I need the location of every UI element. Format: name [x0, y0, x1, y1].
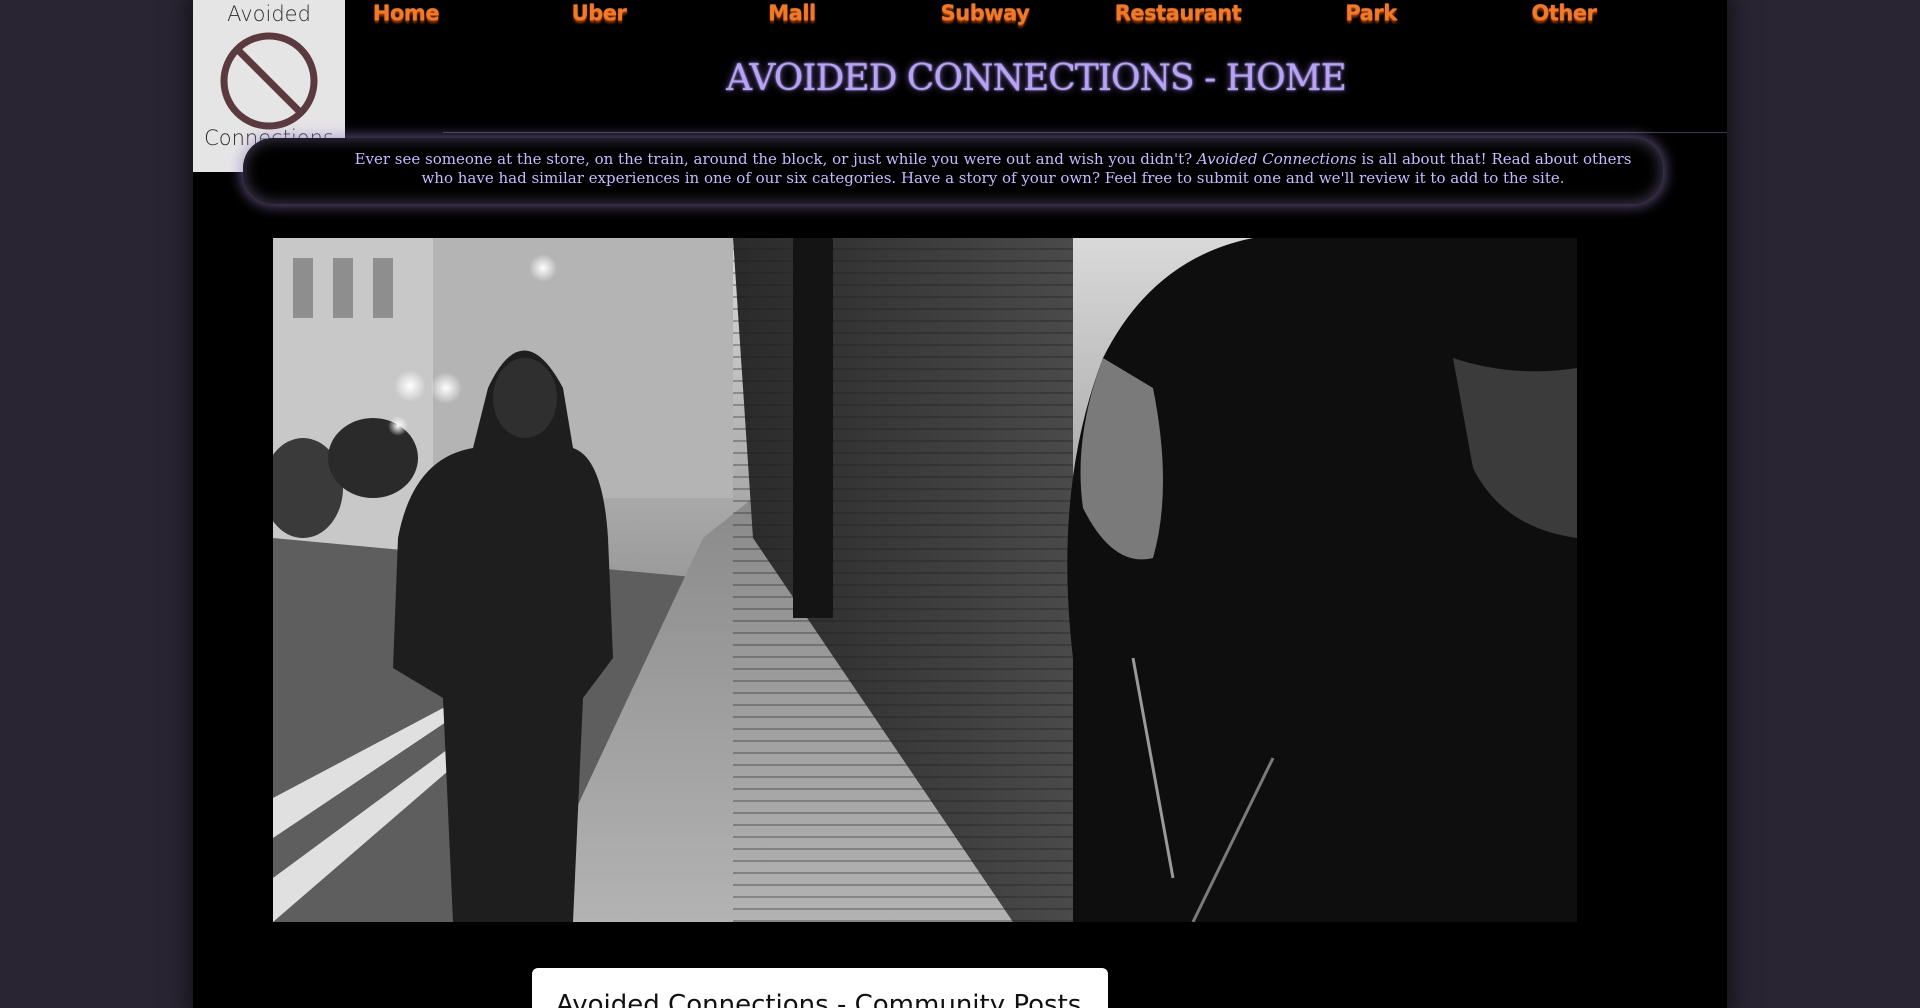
intro-text-before: Ever see someone at the store, on the tr…	[354, 150, 1197, 168]
main-nav: Home Uber Mall Subway Restaurant Park Ot…	[345, 0, 1727, 36]
nav-other[interactable]: Other	[1532, 1, 1597, 25]
nav-home[interactable]: Home	[373, 1, 440, 25]
intro-brand: Avoided Connections	[1196, 150, 1357, 168]
nav-park[interactable]: Park	[1345, 1, 1397, 25]
community-posts-card: Avoided Connections - Community Posts	[532, 968, 1108, 1008]
nav-restaurant[interactable]: Restaurant	[1115, 1, 1242, 25]
intro-text: Ever see someone at the store, on the tr…	[343, 150, 1643, 188]
nav-mall[interactable]: Mall	[768, 1, 816, 25]
prohibited-icon	[220, 32, 318, 130]
hero-image	[273, 238, 1577, 922]
community-posts-title: Avoided Connections - Community Posts	[556, 990, 1082, 1008]
nav-subway[interactable]: Subway	[941, 1, 1030, 25]
hero-photo-graphic	[273, 238, 1577, 922]
nav-uber[interactable]: Uber	[572, 1, 627, 25]
title-divider	[443, 132, 1727, 133]
logo-top-text: Avoided	[227, 2, 311, 26]
page-title: AVOIDED CONNECTIONS - HOME	[726, 58, 1347, 99]
page: Avoided Connections Home Uber Mall Subwa…	[193, 0, 1727, 1008]
